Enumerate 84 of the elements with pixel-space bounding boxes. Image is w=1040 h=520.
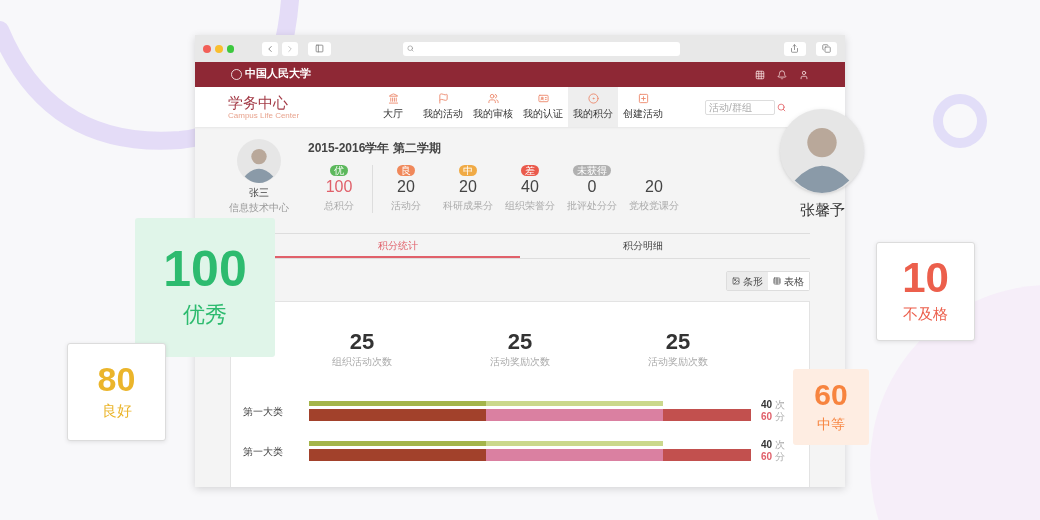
image-icon xyxy=(732,277,740,285)
search-field[interactable]: 活动/群组 xyxy=(705,99,775,115)
stat-value: 25 xyxy=(349,330,375,354)
sidebar-button[interactable] xyxy=(307,41,331,56)
nav-tab[interactable]: 我的活动 xyxy=(418,87,468,127)
score-value: 0 xyxy=(587,177,597,197)
nav-tab[interactable]: 我的认证 xyxy=(518,87,568,127)
score-label: 组织荣誉分 xyxy=(505,199,555,213)
user-name: 张馨予 xyxy=(799,200,845,220)
points-value: 60 xyxy=(761,451,773,463)
card-score: 80 xyxy=(97,361,136,396)
grade-badge: 良 xyxy=(397,165,415,176)
tabs-icon xyxy=(821,44,831,53)
score-value: 20 xyxy=(459,177,477,197)
back-button[interactable] xyxy=(262,41,278,56)
university-logo[interactable]: 中国人民大学 xyxy=(245,66,311,83)
nav-icon xyxy=(387,93,399,104)
category-label: 第一大类 xyxy=(243,404,284,419)
stat-label: 活动奖励次数 xyxy=(648,355,708,369)
card-grade: 优秀 xyxy=(183,301,227,329)
card-score: 100 xyxy=(163,244,247,294)
card-grade: 中等 xyxy=(817,414,845,434)
forward-button[interactable] xyxy=(282,41,298,56)
nav-icon xyxy=(637,93,649,104)
stat-value: 25 xyxy=(665,330,691,354)
card-grade: 良好 xyxy=(101,400,132,421)
search-icon xyxy=(407,45,414,52)
brand-subtitle: Campus Life Center xyxy=(228,111,301,120)
maximize-icon[interactable] xyxy=(226,44,235,53)
user-name: 张三 xyxy=(249,186,269,200)
minimize-icon[interactable] xyxy=(214,44,223,53)
user-icon[interactable] xyxy=(799,69,809,80)
count-unit: 次 xyxy=(775,439,786,451)
category-label: 第一大类 xyxy=(243,444,284,459)
points-unit: 分 xyxy=(775,451,786,463)
stat-label: 组织活动次数 xyxy=(332,355,392,369)
score-value: 20 xyxy=(397,177,415,197)
points-unit: 分 xyxy=(775,411,786,423)
nav-tab[interactable]: 创建活动 xyxy=(618,87,668,127)
score-value: 100 xyxy=(325,177,353,197)
card-score: 60 xyxy=(814,379,848,410)
table-icon xyxy=(773,277,781,285)
score-label: 总积分 xyxy=(324,199,354,213)
share-button[interactable] xyxy=(784,41,806,56)
count-value: 40 xyxy=(761,399,773,411)
nav-icon xyxy=(487,93,499,104)
stat-value: 25 xyxy=(507,330,533,354)
brand-title: 学务中心 xyxy=(228,94,289,111)
user-department: 信息技术中心 xyxy=(229,201,289,215)
card-grade: 不及格 xyxy=(903,304,948,325)
score-label: 批评处分分 xyxy=(567,199,617,213)
nav-tab[interactable]: 我的审核 xyxy=(468,87,518,127)
grade-badge: 未获得 xyxy=(573,165,611,176)
grade-badge: 优 xyxy=(330,165,348,176)
tabs-button[interactable] xyxy=(815,41,837,56)
search-icon[interactable] xyxy=(777,102,786,112)
term-title: 2015-2016学年 第二学期 xyxy=(308,140,442,157)
nav-icon xyxy=(587,93,599,104)
score-value: 40 xyxy=(521,177,539,197)
nav-tab[interactable]: 大厅 xyxy=(368,87,418,127)
grade-badge: 中 xyxy=(459,165,477,176)
stat-label: 活动奖励次数 xyxy=(490,355,550,369)
close-icon[interactable] xyxy=(203,44,211,53)
score-label: 党校党课分 xyxy=(629,199,679,213)
card-score: 10 xyxy=(902,257,949,300)
avatar-placeholder xyxy=(237,139,281,183)
nav-tab[interactable]: 我的积分 xyxy=(568,87,618,127)
points-value: 60 xyxy=(761,411,773,423)
share-icon xyxy=(790,44,800,53)
notification-icon[interactable] xyxy=(777,69,787,80)
grade-badge: 差 xyxy=(521,165,539,176)
apps-icon[interactable] xyxy=(755,69,765,80)
score-label: 科研成果分 xyxy=(443,199,493,213)
count-unit: 次 xyxy=(775,399,786,411)
nav-icon xyxy=(437,93,449,104)
sidebar-icon xyxy=(314,44,324,53)
section-tab[interactable]: 积分明细 xyxy=(520,234,765,258)
score-value: 20 xyxy=(645,177,663,197)
nav-icon xyxy=(537,93,549,104)
score-label: 活动分 xyxy=(391,199,421,213)
count-value: 40 xyxy=(761,439,773,451)
ring-decoration xyxy=(932,93,988,149)
address-field[interactable] xyxy=(403,41,681,56)
view-toggle-button[interactable]: 条形 xyxy=(727,272,768,290)
